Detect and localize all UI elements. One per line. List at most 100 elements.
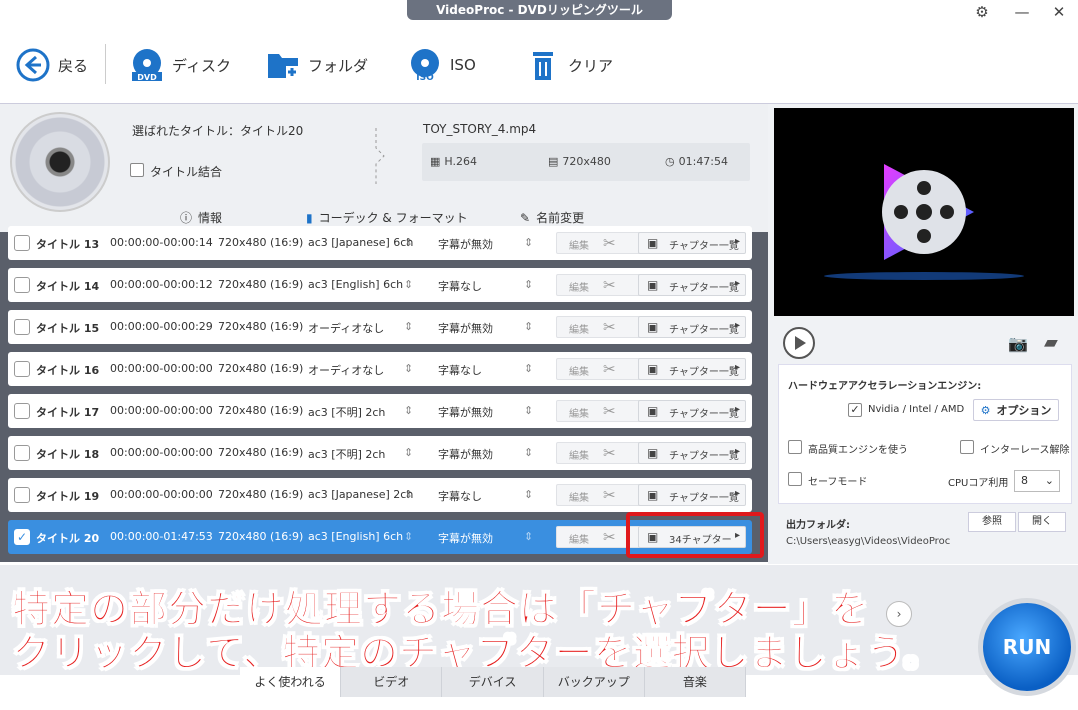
title-resolution: 720x480 (16:9) [218,446,304,459]
title-row[interactable]: タイトル 14 00:00:00-00:00:12 720x480 (16:9) ac… [8,268,752,302]
chapter-button[interactable]: ▣ チャプター一覧 ▸ [638,400,746,422]
title-row[interactable]: タイトル 19 00:00:00-00:00:00 720x480 (16:9) ac… [8,478,752,512]
audio-select[interactable]: ac3 [Japanese] 2ch [308,488,413,501]
tab-backup[interactable]: バックアップ [543,667,645,697]
chevron-right-icon: ▸ [734,488,740,499]
audio-chevron-icon: ⇕ [404,404,414,417]
chapter-label: チャプター一覧 [669,283,739,294]
subtitle-select[interactable]: 字幕なし [438,488,482,504]
tab-video[interactable]: ビデオ [341,667,443,697]
play-icon [795,336,806,350]
title-checkbox[interactable] [14,403,30,419]
tab-device[interactable]: デバイス [442,667,544,697]
camera-icon[interactable]: 📷 [1008,334,1028,353]
play-button[interactable] [783,327,815,359]
tab-music[interactable]: 音楽 [644,667,747,697]
title-checkbox[interactable] [14,487,30,503]
chapter-button[interactable]: ▣ チャプター一覧 ▸ [638,358,746,380]
chapter-label: チャプター一覧 [669,451,739,462]
chapter-button[interactable]: ▣ チャプター一覧 ▸ [638,316,746,338]
clear-button[interactable]: クリア [526,40,613,90]
open-button[interactable]: 開く [1018,512,1066,532]
chapter-button[interactable]: ▣ チャプター一覧 ▸ [638,442,746,464]
subtitle-chevron-icon: ⇕ [524,236,534,249]
title-row[interactable]: タイトル 15 00:00:00-00:00:29 720x480 (16:9) オー… [8,310,752,344]
title-name: タイトル 18 [36,448,100,461]
title-checkbox[interactable] [14,445,30,461]
tab-rename[interactable]: ✎ 名前変更 [520,209,584,226]
toolbar-divider [105,44,106,84]
title-checkbox[interactable] [14,361,30,377]
tab-codec[interactable]: ▮ コーデック & フォーマット [306,209,468,226]
deinterlace-checkbox[interactable] [960,440,974,454]
chevron-right-icon: ▸ [734,404,740,415]
edit-button[interactable]: 編集 ✂ [556,316,642,338]
option-button[interactable]: ⚙ オプション [973,399,1059,421]
title-name: タイトル 17 [36,406,100,419]
chapter-button[interactable]: ▣ チャプター一覧 ▸ [638,232,746,254]
edit-button[interactable]: 編集 ✂ [556,358,642,380]
chevron-right-icon: ▸ [734,278,740,289]
audio-chevron-icon: ⇕ [404,446,414,459]
settings-gear-icon[interactable]: ⚙ [971,2,993,22]
cpu-select[interactable]: 8 ⌄ [1014,470,1060,492]
edit-icon: ✎ [520,210,531,225]
window-title: VideoProc - DVDリッピングツール [407,0,672,20]
open-folder-icon[interactable]: ▰ [1044,332,1058,353]
folder-button[interactable]: フォルダ [266,40,368,90]
subtitle-chevron-icon: ⇕ [524,488,534,501]
title-checkbox[interactable]: ✓ [14,529,30,545]
subtitle-select[interactable]: 字幕が無効 [438,530,493,546]
edit-button[interactable]: 編集 ✂ [556,484,642,506]
safe-mode-checkbox[interactable] [788,472,802,486]
tab-info[interactable]: ⓘ 情報 [180,209,222,226]
edit-button[interactable]: 編集 ✂ [556,400,642,422]
title-time: 00:00:00-01:47:53 [110,530,213,543]
safe-mode-label: セーフモード [808,477,868,488]
audio-select[interactable]: ac3 [English] 6ch [308,530,403,543]
back-button[interactable]: 戻る [16,40,88,90]
title-row[interactable]: タイトル 16 00:00:00-00:00:00 720x480 (16:9) オー… [8,352,752,386]
audio-select[interactable]: ac3 [不明] 2ch [308,446,385,462]
edit-label: 編集 [569,409,589,420]
title-row[interactable]: タイトル 13 00:00:00-00:00:14 720x480 (16:9) ac… [8,226,752,260]
minimize-icon[interactable]: — [1011,2,1033,22]
subtitle-select[interactable]: 字幕が無効 [438,320,493,336]
subtitle-select[interactable]: 字幕が無効 [438,404,493,420]
folder-add-icon [268,54,298,78]
subtitle-select[interactable]: 字幕が無効 [438,446,493,462]
audio-select[interactable]: ac3 [English] 6ch [308,278,403,291]
edit-label: 編集 [569,283,589,294]
browse-button[interactable]: 参照 [968,512,1016,532]
title-row[interactable]: タイトル 17 00:00:00-00:00:00 720x480 (16:9) ac… [8,394,752,428]
subtitle-select[interactable]: 字幕なし [438,278,482,294]
hq-engine-checkbox[interactable] [788,440,802,454]
folder-label: フォルダ [308,56,369,75]
subtitle-select[interactable]: 字幕が無効 [438,236,493,252]
audio-select[interactable]: ac3 [Japanese] 6ch [308,236,413,249]
iso-button[interactable]: ISO ISO [408,40,476,90]
subtitle-select[interactable]: 字幕なし [438,362,482,378]
title-resolution: 720x480 (16:9) [218,362,304,375]
title-name: タイトル 13 [36,238,100,251]
merge-checkbox[interactable] [130,163,144,177]
run-button[interactable]: RUN [978,598,1076,696]
close-icon[interactable]: ✕ [1048,2,1070,22]
title-checkbox[interactable] [14,319,30,335]
back-label: 戻る [58,56,89,75]
audio-select[interactable]: ac3 [不明] 2ch [308,404,385,420]
audio-select[interactable]: オーディオなし [308,320,384,336]
disc-button[interactable]: DVD ディスク [130,40,231,90]
chapter-button[interactable]: ▣ チャプター一覧 ▸ [638,274,746,296]
edit-button[interactable]: 編集 ✂ [556,442,642,464]
chapter-button[interactable]: ▣ チャプター一覧 ▸ [638,484,746,506]
edit-button[interactable]: 編集 ✂ [556,274,642,296]
audio-select[interactable]: オーディオなし [308,362,384,378]
title-checkbox[interactable] [14,277,30,293]
edit-button[interactable]: 編集 ✂ [556,232,642,254]
tab-common[interactable]: よく使われる [240,667,342,697]
edit-label: 編集 [569,535,589,546]
hw-checkbox[interactable]: ✓ [848,403,862,417]
title-checkbox[interactable] [14,235,30,251]
title-row[interactable]: タイトル 18 00:00:00-00:00:00 720x480 (16:9) ac… [8,436,752,470]
